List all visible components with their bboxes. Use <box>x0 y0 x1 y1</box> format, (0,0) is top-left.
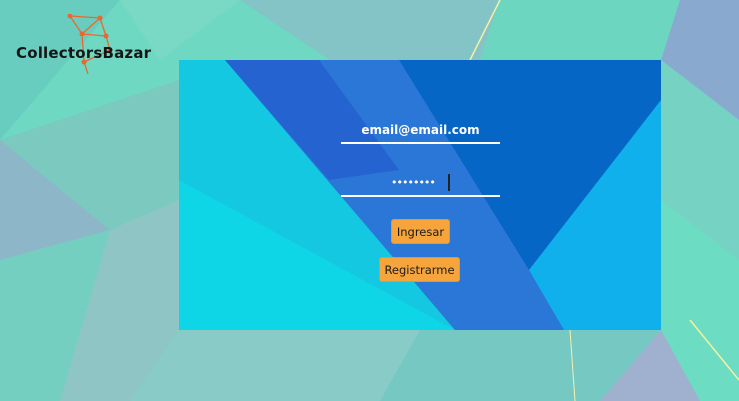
login-button[interactable]: Ingresar <box>391 219 450 244</box>
password-field[interactable]: •••••••• <box>341 170 500 197</box>
logo-text: CollectorsBazar <box>16 44 152 62</box>
email-field[interactable] <box>341 118 500 144</box>
text-caret <box>448 174 450 191</box>
register-button[interactable]: Registrarme <box>379 257 460 282</box>
password-mask: •••••••• <box>391 176 436 189</box>
